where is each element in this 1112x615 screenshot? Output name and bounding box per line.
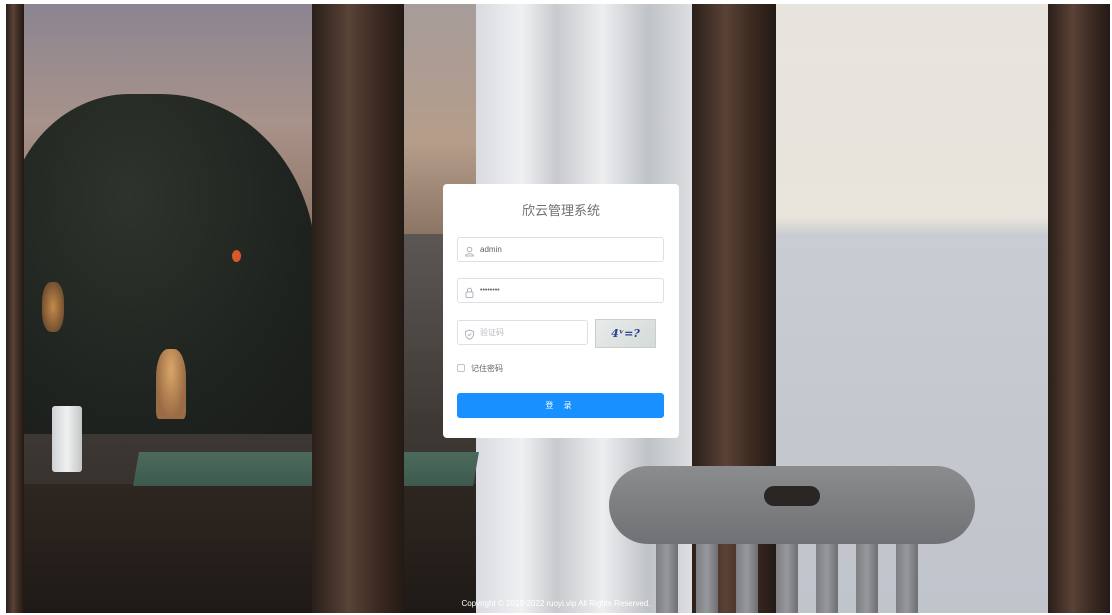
background-chair-handle <box>764 486 820 506</box>
background-post <box>6 4 24 613</box>
username-field[interactable]: admin <box>457 237 664 262</box>
remember-label: 记住密码 <box>471 363 503 373</box>
background-cup <box>52 406 82 472</box>
captcha-image[interactable]: 4ᵛ=? <box>595 319 656 348</box>
password-field[interactable]: •••••••• <box>457 278 664 303</box>
remember-password[interactable]: 记住密码 <box>457 362 503 374</box>
shield-icon <box>464 327 475 340</box>
username-value: admin <box>480 245 502 254</box>
background-light <box>232 250 241 262</box>
login-page: 欣云管理系统 admin •••••••• 验证码 4ᵛ=? 记住密码 登 录 … <box>0 0 1112 615</box>
login-form: 欣云管理系统 admin •••••••• 验证码 4ᵛ=? 记住密码 登 录 <box>443 184 679 438</box>
captcha-placeholder: 验证码 <box>480 328 504 337</box>
password-value: •••••••• <box>480 287 500 294</box>
lock-icon <box>464 285 475 298</box>
user-icon <box>464 244 475 257</box>
background-table <box>133 452 479 486</box>
background-lamp-glow <box>42 282 64 332</box>
background-floor <box>6 484 476 613</box>
background-post <box>1048 4 1110 613</box>
background-post <box>312 4 404 613</box>
copyright-footer: Copyright © 2018-2022 ruoyi.vip All Righ… <box>461 599 651 608</box>
background-lamp <box>156 349 186 419</box>
remember-checkbox[interactable] <box>457 364 465 372</box>
login-button[interactable]: 登 录 <box>457 393 664 418</box>
login-title: 欣云管理系统 <box>521 203 600 218</box>
captcha-field[interactable]: 验证码 <box>457 320 588 345</box>
